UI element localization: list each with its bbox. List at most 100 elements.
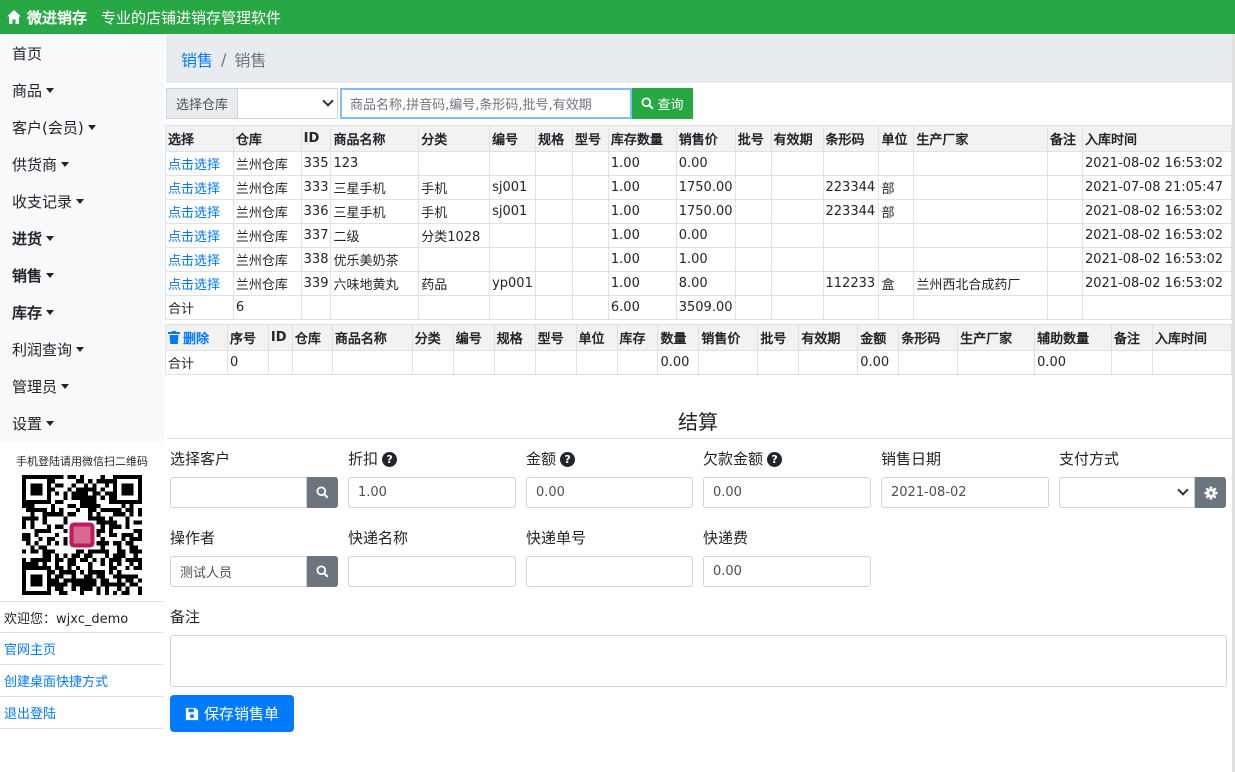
select-product-link[interactable]: 点击选择	[168, 158, 220, 173]
question-circle-icon[interactable]: ?	[560, 452, 576, 467]
sidebar-item-7[interactable]: 库存	[0, 294, 164, 331]
breadcrumb-separator: /	[221, 49, 227, 69]
total-cell	[300, 295, 332, 320]
sidebar-item-label: 客户(会员)	[12, 119, 84, 137]
column-header: 销售价	[698, 324, 759, 351]
payment-select[interactable]	[1059, 477, 1195, 508]
question-circle-icon[interactable]: ?	[767, 452, 783, 467]
save-icon	[185, 707, 199, 720]
total-cell	[798, 350, 859, 375]
total-cell	[878, 295, 915, 320]
logout-link[interactable]: 退出登陆	[4, 703, 56, 722]
sidebar-item-4[interactable]: 收支记录	[0, 183, 164, 220]
column-header: 入库时间	[1151, 324, 1233, 351]
warehouse-select[interactable]	[238, 88, 338, 119]
sale-date-value: 2021-08-02	[891, 485, 967, 500]
express-fee-input[interactable]: 0.00	[703, 556, 871, 587]
delete-label: 删除	[183, 332, 210, 347]
select-product-link[interactable]: 点击选择	[168, 278, 220, 293]
express-no-label: 快递单号	[526, 529, 587, 547]
cart-table: 删除 序号 ID 仓库 商品名称 分类 编号 规格 型号 单位 库存 数量 销售价 批号 有效期 金额 条形码生…	[165, 324, 1233, 375]
brand-title[interactable]: 微进销存	[27, 7, 87, 28]
debt-label: 欠款金额	[703, 450, 764, 468]
select-product-link[interactable]: 点击选择	[168, 230, 220, 245]
customer-input[interactable]	[170, 477, 307, 508]
table-cell: 337	[300, 223, 332, 248]
sidebar-item-0[interactable]: 首页	[0, 35, 164, 72]
select-product-link[interactable]: 点击选择	[168, 206, 220, 221]
table-cell: 分类1028	[418, 223, 491, 248]
qr-area: 手机登陆请用微信扫二维码	[0, 442, 164, 601]
caret-down-icon	[61, 384, 70, 389]
save-sale-button[interactable]: 保存销售单	[170, 695, 294, 732]
table-cell: 1750.00	[675, 175, 736, 200]
total-cell	[331, 350, 413, 375]
settlement-title: 结算	[678, 410, 718, 434]
table-cell: 223344	[822, 175, 880, 200]
customer-search-button[interactable]	[307, 477, 338, 508]
payment-settings-button[interactable]	[1195, 477, 1226, 508]
table-cell: 点击选择	[165, 199, 234, 224]
table-cell: sj001	[489, 199, 537, 224]
table-row: 点击选择 兰州仓库 335 123 1.00 0.00 2021-08-02 16:53:0…	[165, 151, 1233, 176]
sidebar-link-shortcut[interactable]: 创建桌面快捷方式	[0, 665, 164, 697]
table-cell	[822, 151, 880, 176]
sidebar-item-5[interactable]: 进货	[0, 220, 164, 257]
sidebar-item-label: 利润查询	[12, 341, 73, 359]
sidebar-item-8[interactable]: 利润查询	[0, 331, 164, 368]
column-header: 批号	[757, 324, 800, 351]
discount-input[interactable]: 1.00	[348, 477, 516, 508]
sidebar-item-2[interactable]: 客户(会员)	[0, 109, 164, 146]
official-site-link[interactable]: 官网主页	[4, 639, 56, 658]
table-cell	[770, 151, 824, 176]
save-sale-label: 保存销售单	[203, 705, 279, 723]
table-cell: 点击选择	[165, 151, 234, 176]
caret-down-icon	[46, 421, 55, 426]
query-button[interactable]: 查询	[632, 88, 693, 119]
remark-textarea[interactable]	[170, 635, 1227, 687]
home-icon[interactable]	[6, 9, 22, 25]
table-cell: 兰州仓库	[232, 223, 302, 248]
express-name-input[interactable]	[348, 556, 516, 587]
table-cell: 手机	[418, 199, 491, 224]
sidebar-item-3[interactable]: 供货商	[0, 146, 164, 183]
caret-down-icon	[76, 347, 85, 352]
debt-input[interactable]: 0.00	[703, 477, 871, 508]
total-cell	[575, 350, 618, 375]
column-header: 选择	[165, 125, 234, 152]
question-circle-icon[interactable]: ?	[382, 452, 398, 467]
search-icon	[316, 565, 329, 578]
sidebar-menu: 首页 商品客户(会员) 供货商 收支记录 进货 销售 库存利润查询管理员 设置	[0, 34, 164, 442]
table-row: 点击选择 兰州仓库 333 三星手机 手机 sj001 1.00 1750.00 223344 部…	[165, 175, 1233, 200]
caret-down-icon	[87, 125, 96, 130]
delete-header[interactable]: 删除	[165, 324, 228, 351]
breadcrumb-parent[interactable]: 销售	[181, 47, 213, 71]
warehouse-label: 选择仓库	[166, 88, 238, 119]
sidebar-link-logout[interactable]: 退出登陆	[0, 697, 164, 729]
total-cell: 0.00	[857, 350, 900, 375]
column-header: 批号	[734, 125, 772, 152]
welcome-label: 欢迎您：wjxc_demo	[4, 611, 129, 627]
search-input[interactable]: 商品名称,拼音码,编号,条形码,批号,有效期	[340, 88, 632, 119]
express-no-input[interactable]	[526, 556, 693, 587]
sidebar-link-home[interactable]: 官网主页	[0, 633, 164, 665]
sidebar-item-10[interactable]: 设置	[0, 405, 164, 442]
sidebar-item-9[interactable]: 管理员	[0, 368, 164, 405]
operator-label: 操作者	[170, 529, 216, 547]
operator-search-button[interactable]	[307, 556, 338, 587]
operator-input[interactable]: 测试人员	[170, 556, 307, 587]
create-shortcut-link[interactable]: 创建桌面快捷方式	[4, 671, 108, 690]
sale-date-input[interactable]: 2021-08-02	[881, 477, 1049, 508]
total-cell	[411, 350, 454, 375]
column-header: 生产厂家	[913, 125, 1049, 152]
table-cell	[770, 175, 824, 200]
total-cell	[698, 350, 759, 375]
sidebar-item-6[interactable]: 销售	[0, 257, 164, 294]
sidebar-item-1[interactable]: 商品	[0, 72, 164, 109]
amount-input[interactable]: 0.00	[526, 477, 693, 508]
total-cell	[822, 295, 880, 320]
select-product-link[interactable]: 点击选择	[168, 254, 220, 269]
table-cell	[734, 151, 772, 176]
table-cell: 123	[330, 151, 420, 176]
select-product-link[interactable]: 点击选择	[168, 182, 220, 197]
